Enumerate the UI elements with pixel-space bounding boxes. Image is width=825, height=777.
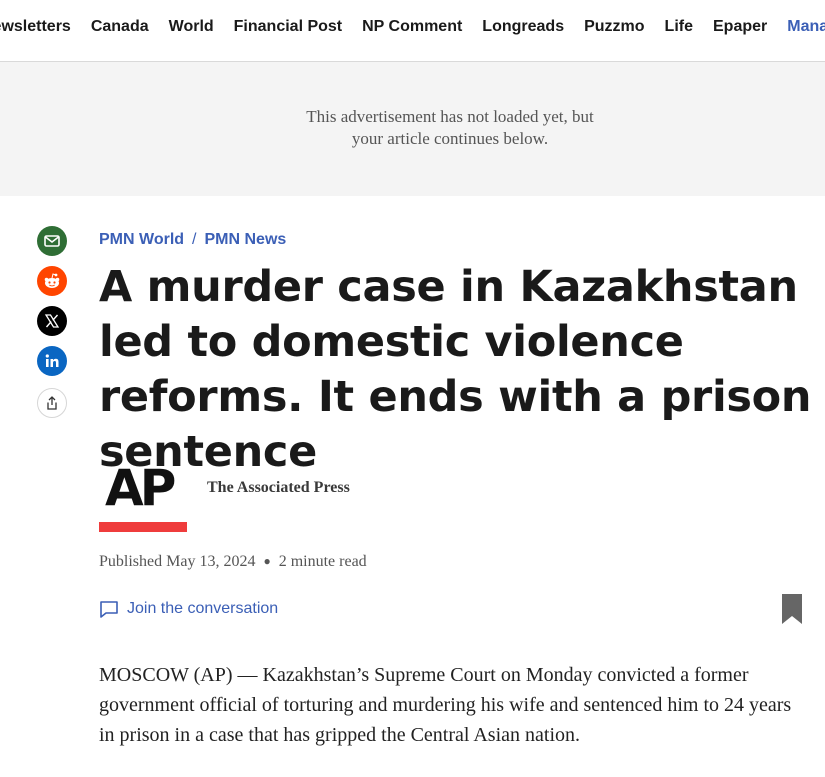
- nav-item-newsletters[interactable]: Newsletters: [0, 18, 71, 35]
- advertisement-line-2: your article continues below.: [351, 129, 549, 148]
- nav-item-world[interactable]: World: [169, 18, 214, 35]
- article-headline: A murder case in Kazakhstan led to domes…: [99, 262, 812, 477]
- email-icon: [44, 235, 60, 247]
- nav-item-life[interactable]: Life: [665, 18, 693, 35]
- breadcrumb-pmn-news[interactable]: PMN News: [204, 231, 286, 248]
- nav-item-canada[interactable]: Canada: [91, 18, 149, 35]
- meta-separator: ●: [263, 554, 271, 568]
- author-name[interactable]: The Associated Press: [207, 479, 350, 497]
- nav-item-puzzmo[interactable]: Puzzmo: [584, 18, 644, 35]
- article-meta: Published May 13, 2024 ● 2 minute read: [99, 553, 367, 571]
- bookmark-button[interactable]: [781, 593, 803, 625]
- advertisement-line-1: This advertisement has not loaded yet, b…: [306, 107, 594, 126]
- x-icon: [44, 314, 60, 328]
- email-share-button[interactable]: [37, 226, 67, 256]
- ap-logo-text: AP: [105, 459, 175, 517]
- comment-icon: [100, 601, 118, 618]
- reddit-icon: [44, 273, 60, 288]
- nav-item-epaper[interactable]: Epaper: [713, 18, 767, 35]
- linkedin-icon: [45, 354, 59, 367]
- nav-list: Newsletters Canada World Financial Post NP C…: [0, 18, 825, 36]
- read-time: 2 minute read: [278, 553, 367, 570]
- advertisement-message: This advertisement has not loaded yet, b…: [0, 106, 825, 150]
- article-lede: MOSCOW (AP) — Kazakhstan’s Supreme Court…: [99, 664, 792, 746]
- nav-item-financial-post[interactable]: Financial Post: [234, 18, 342, 35]
- reddit-share-button[interactable]: [37, 266, 67, 296]
- breadcrumb: PMN World / PMN News: [99, 231, 286, 249]
- nav-item-manage-subscription[interactable]: Manage Print Subscription: [787, 18, 825, 35]
- advertisement-placeholder: This advertisement has not loaded yet, b…: [0, 62, 825, 196]
- share-icon: [47, 396, 57, 410]
- join-conversation-link[interactable]: Join the conversation: [99, 599, 278, 619]
- breadcrumb-separator: /: [192, 231, 197, 248]
- ap-logo: AP: [99, 459, 187, 533]
- nav-item-longreads[interactable]: Longreads: [482, 18, 564, 35]
- breadcrumb-pmn-world[interactable]: PMN World: [99, 231, 184, 248]
- x-share-button[interactable]: [37, 306, 67, 336]
- bookmark-icon: [782, 594, 802, 624]
- top-navigation: Newsletters Canada World Financial Post NP C…: [0, 0, 825, 62]
- linkedin-share-button[interactable]: [37, 346, 67, 376]
- published-date: Published May 13, 2024: [99, 553, 256, 570]
- nav-item-np-comment[interactable]: NP Comment: [362, 18, 462, 35]
- more-share-button[interactable]: [37, 388, 67, 418]
- join-conversation-label: Join the conversation: [127, 600, 279, 617]
